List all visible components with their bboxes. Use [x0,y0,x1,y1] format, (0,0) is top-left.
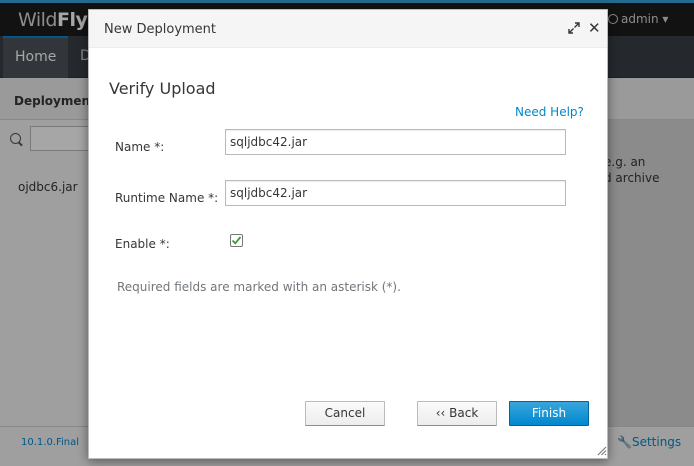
runtime-name-field[interactable] [225,180,566,206]
resize-grip-icon[interactable] [595,444,607,456]
step-title: Verify Upload [109,79,216,98]
new-deployment-dialog: New Deployment ✕ Verify Upload Need Help… [88,9,608,459]
dialog-title: New Deployment [104,22,217,37]
enable-checkbox[interactable] [230,234,243,247]
enable-label: Enable *: [115,237,170,251]
name-field[interactable] [225,129,566,155]
close-icon[interactable]: ✕ [588,21,601,36]
required-fields-note: Required fields are marked with an aster… [117,280,401,294]
runtime-name-label: Runtime Name *: [115,191,219,205]
finish-button[interactable]: Finish [509,401,589,426]
need-help-link[interactable]: Need Help? [515,105,584,119]
name-label: Name *: [115,140,165,154]
cancel-button[interactable]: Cancel [305,401,385,426]
checkmark-icon [231,236,242,245]
expand-icon[interactable] [568,22,580,34]
dialog-header: New Deployment ✕ [89,10,607,48]
back-button[interactable]: ‹‹ Back [417,401,497,426]
